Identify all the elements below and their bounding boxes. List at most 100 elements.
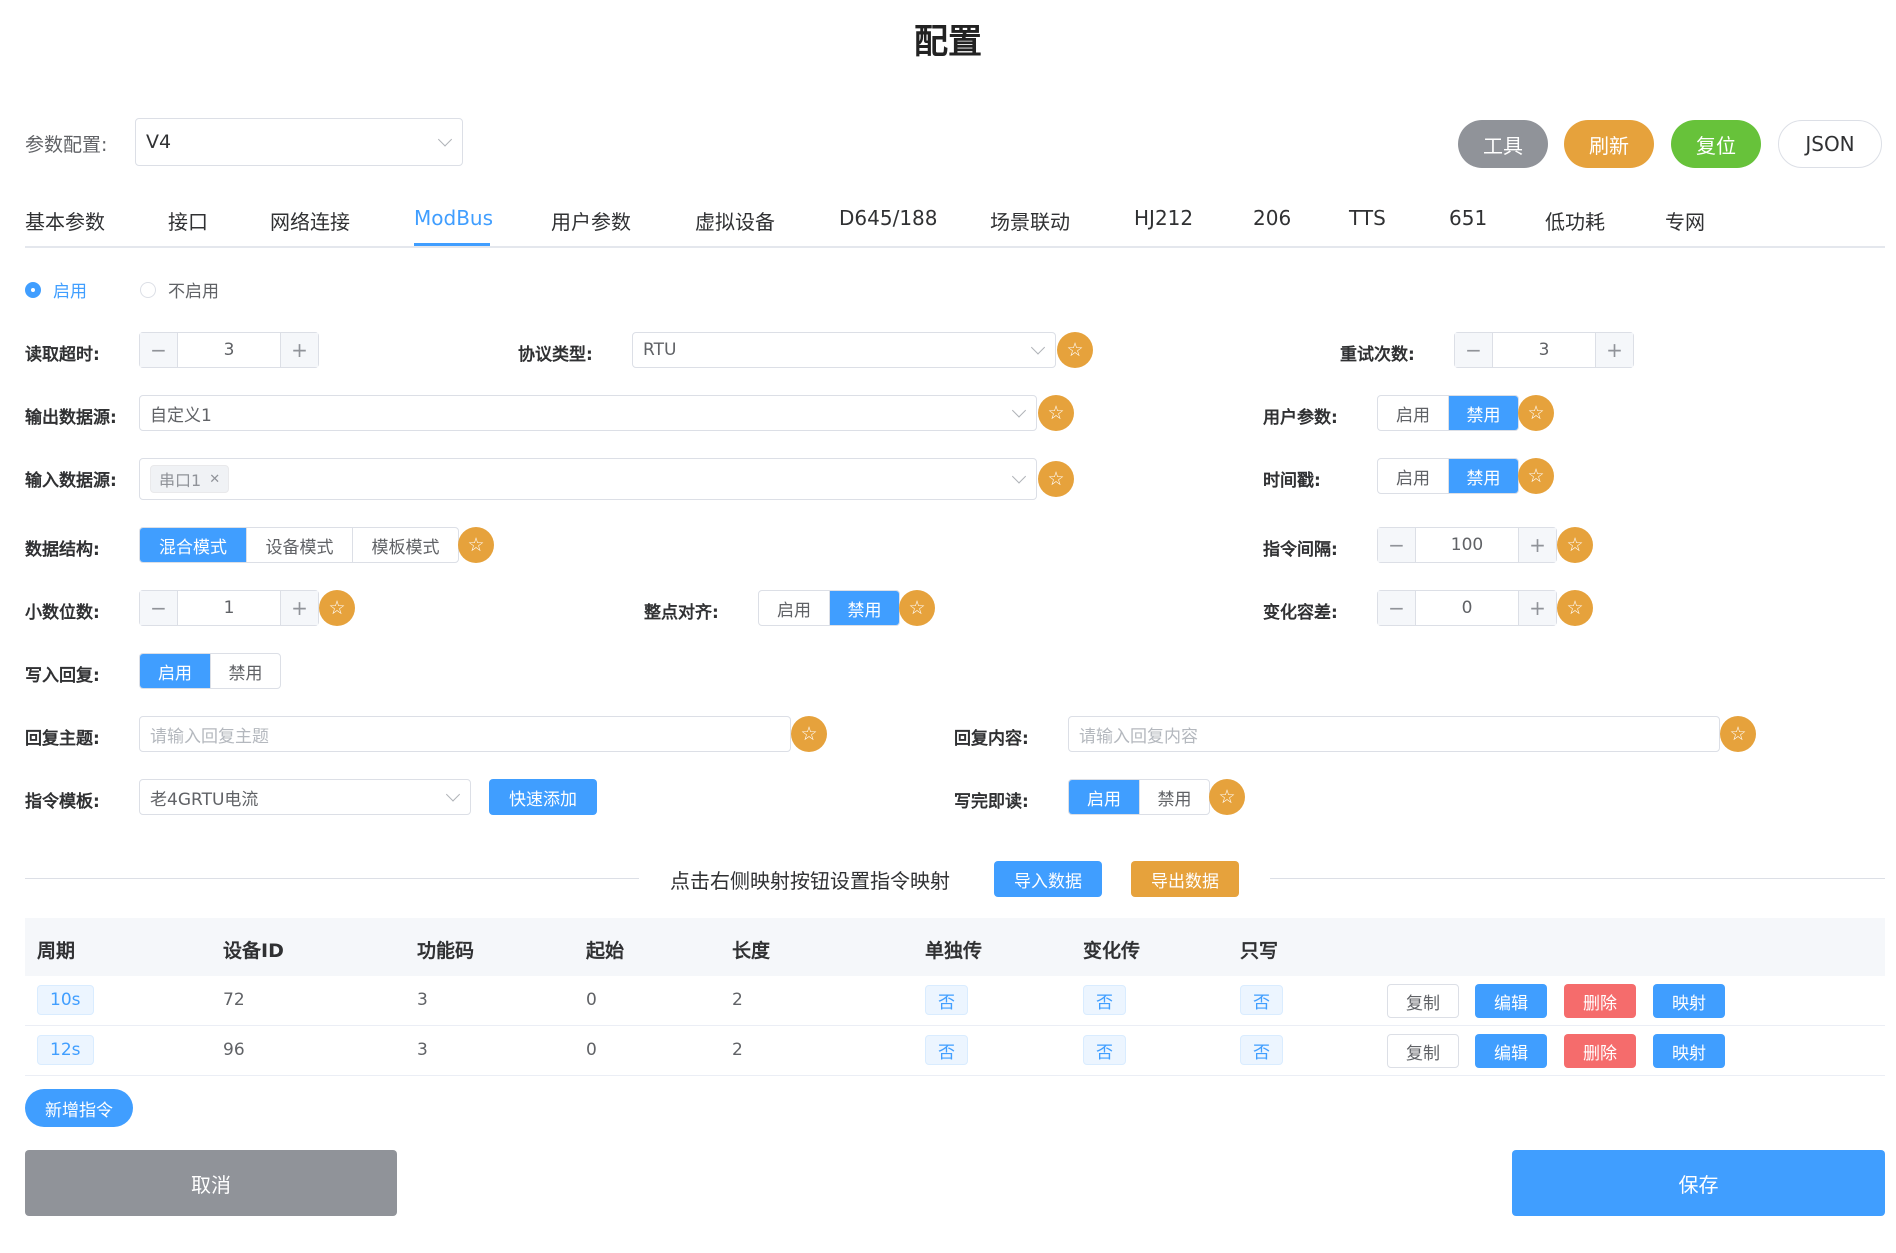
tab-virtual-device[interactable]: 虚拟设备 — [695, 206, 775, 235]
col-single: 单独传 — [925, 940, 983, 962]
tab-interface[interactable]: 接口 — [168, 206, 208, 235]
quick-add-button[interactable]: 快速添加 — [489, 779, 597, 815]
tab-user-params[interactable]: 用户参数 — [551, 206, 631, 235]
tab-651[interactable]: 651 — [1449, 206, 1487, 230]
plus-icon[interactable]: + — [1518, 591, 1556, 625]
divider-left — [25, 878, 639, 879]
tab-206[interactable]: 206 — [1253, 206, 1291, 230]
change-tag: 否 — [1083, 985, 1126, 1015]
json-button[interactable]: JSON — [1778, 120, 1882, 168]
write-read-toggle[interactable]: 启用 禁用 — [1068, 779, 1210, 815]
protocol-label: 协议类型: — [518, 345, 593, 365]
write-read-off[interactable]: 禁用 — [1139, 780, 1209, 814]
protocol-select[interactable]: RTU — [632, 332, 1056, 368]
star-icon[interactable]: ☆ — [458, 527, 494, 563]
tab-scene[interactable]: 场景联动 — [990, 206, 1070, 235]
reply-topic-input[interactable]: 请输入回复主题 — [139, 716, 791, 752]
cmd-template-select[interactable]: 老4GRTU电流 — [139, 779, 471, 815]
decimals-stepper[interactable]: − 1 + — [139, 590, 319, 626]
delete-button[interactable]: 删除 — [1564, 984, 1636, 1018]
cmd-interval-label: 指令间隔: — [1263, 540, 1338, 560]
star-icon[interactable]: ☆ — [791, 716, 827, 752]
cancel-button[interactable]: 取消 — [25, 1150, 397, 1216]
star-icon[interactable]: ☆ — [1057, 332, 1093, 368]
minus-icon[interactable]: − — [140, 591, 178, 625]
edit-button[interactable]: 编辑 — [1475, 984, 1547, 1018]
tab-low-power[interactable]: 低功耗 — [1545, 206, 1605, 235]
star-icon[interactable]: ☆ — [899, 590, 935, 626]
star-icon[interactable]: ☆ — [1518, 395, 1554, 431]
read-timeout-stepper[interactable]: − 3 + — [139, 332, 319, 368]
timestamp-on[interactable]: 启用 — [1378, 459, 1448, 493]
copy-button[interactable]: 复制 — [1387, 984, 1459, 1018]
minus-icon[interactable]: − — [140, 333, 178, 367]
map-button[interactable]: 映射 — [1653, 1034, 1725, 1068]
tools-button[interactable]: 工具 — [1458, 120, 1548, 168]
save-button[interactable]: 保存 — [1512, 1150, 1885, 1216]
minus-icon[interactable]: − — [1378, 591, 1416, 625]
export-data-button[interactable]: 导出数据 — [1131, 861, 1239, 897]
retry-stepper[interactable]: − 3 + — [1454, 332, 1634, 368]
reset-button[interactable]: 复位 — [1671, 120, 1761, 168]
input-source-select[interactable]: 串口1 ✕ — [139, 458, 1037, 500]
align-off[interactable]: 禁用 — [829, 591, 899, 625]
output-source-select[interactable]: 自定义1 — [139, 395, 1037, 431]
enable-radio-off[interactable]: 不启用 — [140, 277, 219, 302]
user-params-toggle[interactable]: 启用 禁用 — [1377, 395, 1519, 431]
plus-icon[interactable]: + — [280, 333, 318, 367]
mode-mixed[interactable]: 混合模式 — [140, 528, 246, 562]
tab-d645[interactable]: D645/188 — [839, 206, 938, 230]
star-icon[interactable]: ☆ — [1720, 716, 1756, 752]
tab-private-net[interactable]: 专网 — [1665, 206, 1705, 235]
timestamp-off[interactable]: 禁用 — [1448, 459, 1518, 493]
star-icon[interactable]: ☆ — [1557, 527, 1593, 563]
cmd-interval-stepper[interactable]: − 100 + — [1377, 527, 1557, 563]
retry-label: 重试次数: — [1340, 345, 1415, 365]
mode-template[interactable]: 模板模式 — [352, 528, 458, 562]
tolerance-stepper[interactable]: − 0 + — [1377, 590, 1557, 626]
param-config-select[interactable]: V4 — [135, 118, 463, 166]
close-icon[interactable]: ✕ — [209, 472, 220, 487]
plus-icon[interactable]: + — [280, 591, 318, 625]
plus-icon[interactable]: + — [1595, 333, 1633, 367]
import-data-button[interactable]: 导入数据 — [994, 861, 1102, 897]
func-cell: 3 — [417, 1040, 428, 1060]
write-reply-on[interactable]: 启用 — [140, 654, 210, 688]
mode-device[interactable]: 设备模式 — [246, 528, 352, 562]
write-reply-off[interactable]: 禁用 — [210, 654, 280, 688]
timestamp-toggle[interactable]: 启用 禁用 — [1377, 458, 1519, 494]
user-params-off[interactable]: 禁用 — [1448, 396, 1518, 430]
write-reply-toggle[interactable]: 启用 禁用 — [139, 653, 281, 689]
star-icon[interactable]: ☆ — [1209, 779, 1245, 815]
tab-hj212[interactable]: HJ212 — [1134, 206, 1193, 230]
star-icon[interactable]: ☆ — [1557, 590, 1593, 626]
tab-network[interactable]: 网络连接 — [270, 206, 350, 235]
map-button[interactable]: 映射 — [1653, 984, 1725, 1018]
star-icon[interactable]: ☆ — [1038, 461, 1074, 497]
plus-icon[interactable]: + — [1518, 528, 1556, 562]
align-on[interactable]: 启用 — [759, 591, 829, 625]
minus-icon[interactable]: − — [1378, 528, 1416, 562]
star-icon[interactable]: ☆ — [1518, 458, 1554, 494]
tab-basic[interactable]: 基本参数 — [25, 206, 105, 235]
tab-modbus[interactable]: ModBus — [414, 206, 493, 230]
copy-button[interactable]: 复制 — [1387, 1034, 1459, 1068]
align-toggle[interactable]: 启用 禁用 — [758, 590, 900, 626]
delete-button[interactable]: 删除 — [1564, 1034, 1636, 1068]
star-icon[interactable]: ☆ — [1038, 395, 1074, 431]
refresh-button[interactable]: 刷新 — [1564, 120, 1654, 168]
add-command-button[interactable]: 新增指令 — [25, 1089, 133, 1127]
star-icon[interactable]: ☆ — [319, 590, 355, 626]
write-read-on[interactable]: 启用 — [1069, 780, 1139, 814]
minus-icon[interactable]: − — [1455, 333, 1493, 367]
data-struct-toggle[interactable]: 混合模式 设备模式 模板模式 — [139, 527, 459, 563]
reply-content-input[interactable]: 请输入回复内容 — [1068, 716, 1720, 752]
reply-topic-label: 回复主题: — [25, 729, 100, 749]
col-device-id: 设备ID — [223, 940, 284, 962]
start-cell: 0 — [586, 990, 597, 1010]
edit-button[interactable]: 编辑 — [1475, 1034, 1547, 1068]
tab-tts[interactable]: TTS — [1349, 206, 1386, 230]
enable-radio-on[interactable]: 启用 — [25, 277, 87, 302]
col-func: 功能码 — [417, 940, 475, 962]
user-params-on[interactable]: 启用 — [1378, 396, 1448, 430]
